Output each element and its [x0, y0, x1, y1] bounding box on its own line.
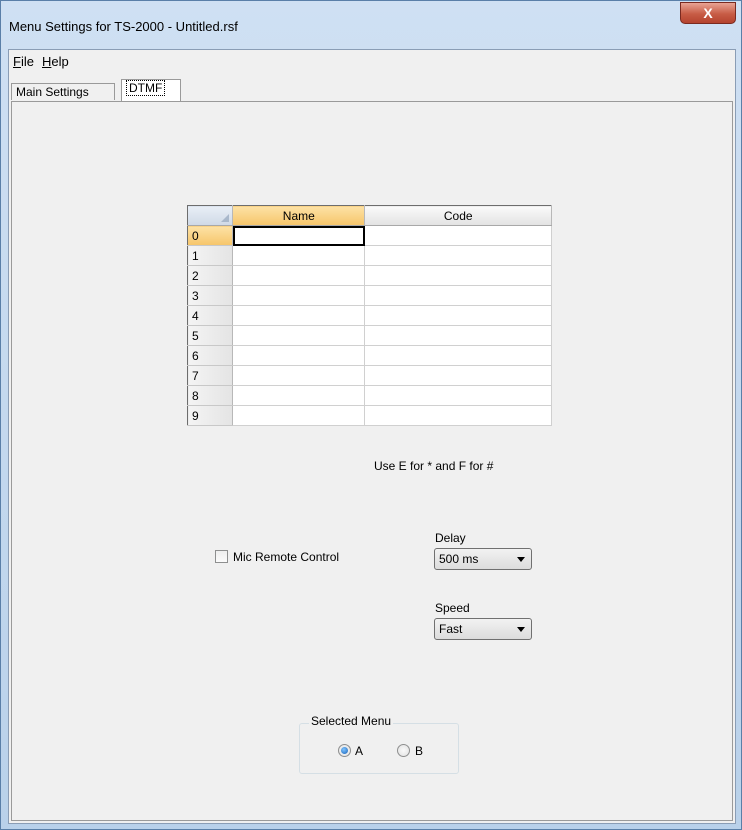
table-row: 8 — [187, 385, 552, 406]
name-cell[interactable] — [232, 225, 366, 246]
table-row: 0 — [187, 225, 552, 246]
table-row: 5 — [187, 325, 552, 346]
column-header-name[interactable]: Name — [232, 205, 366, 226]
menu-bar: File Help — [9, 50, 735, 72]
column-header-code[interactable]: Code — [364, 205, 552, 226]
code-cell[interactable] — [364, 305, 552, 326]
table-row: 1 — [187, 245, 552, 266]
speed-label: Speed — [435, 601, 470, 615]
chevron-down-icon — [517, 557, 525, 562]
code-cell[interactable] — [364, 405, 552, 426]
selected-menu-title: Selected Menu — [309, 714, 394, 728]
menu-help[interactable]: Help — [42, 54, 69, 69]
row-header[interactable]: 2 — [187, 265, 234, 286]
row-header[interactable]: 0 — [187, 225, 234, 246]
code-cell[interactable] — [364, 245, 552, 266]
mic-remote-control-checkbox[interactable] — [215, 550, 228, 563]
table-row: 9 — [187, 405, 552, 426]
row-header[interactable]: 9 — [187, 405, 234, 426]
radio-menu-b[interactable] — [397, 744, 410, 757]
grid-select-all[interactable] — [187, 205, 234, 226]
menu-file[interactable]: File — [13, 54, 34, 69]
tab-dtmf[interactable]: DTMF — [121, 79, 181, 101]
delay-value: 500 ms — [439, 552, 479, 566]
window-title: Menu Settings for TS-2000 - Untitled.rsf — [9, 19, 238, 34]
row-header[interactable]: 4 — [187, 305, 234, 326]
code-cell[interactable] — [364, 225, 552, 246]
speed-value: Fast — [439, 622, 463, 636]
row-header[interactable]: 8 — [187, 385, 234, 406]
row-header[interactable]: 6 — [187, 345, 234, 366]
row-header[interactable]: 7 — [187, 365, 234, 386]
table-row: 6 — [187, 345, 552, 366]
radio-menu-a-label[interactable]: A — [355, 744, 363, 758]
code-cell[interactable] — [364, 385, 552, 406]
title-bar[interactable]: Menu Settings for TS-2000 - Untitled.rsf… — [1, 1, 741, 49]
table-row: 4 — [187, 305, 552, 326]
name-cell[interactable] — [232, 325, 366, 346]
dtmf-hint: Use E for * and F for # — [374, 459, 494, 473]
grid-header-row: Name Code — [187, 205, 552, 226]
table-row: 2 — [187, 265, 552, 286]
table-row: 7 — [187, 365, 552, 386]
tab-main-settings[interactable]: Main Settings — [11, 83, 115, 100]
row-header[interactable]: 1 — [187, 245, 234, 266]
name-cell[interactable] — [232, 285, 366, 306]
name-cell[interactable] — [232, 345, 366, 366]
code-cell[interactable] — [364, 325, 552, 346]
close-icon: X — [703, 5, 713, 21]
radio-menu-b-label[interactable]: B — [415, 744, 423, 758]
row-header[interactable]: 5 — [187, 325, 234, 346]
selected-menu-group — [299, 723, 459, 774]
code-cell[interactable] — [364, 265, 552, 286]
name-cell[interactable] — [232, 365, 366, 386]
name-cell[interactable] — [232, 405, 366, 426]
table-row: 3 — [187, 285, 552, 306]
name-cell[interactable] — [232, 385, 366, 406]
code-cell[interactable] — [364, 365, 552, 386]
app-window: Menu Settings for TS-2000 - Untitled.rsf… — [0, 0, 742, 830]
code-cell[interactable] — [364, 345, 552, 366]
dtmf-panel: Name Code 0 1 2 3 4 5 6 7 8 9 Use E for … — [11, 101, 733, 821]
name-cell[interactable] — [232, 265, 366, 286]
delay-select[interactable]: 500 ms — [434, 548, 532, 570]
mic-remote-control-label[interactable]: Mic Remote Control — [233, 550, 339, 564]
name-cell[interactable] — [232, 305, 366, 326]
speed-select[interactable]: Fast — [434, 618, 532, 640]
client-area: File Help Main Settings DTMF Name Code 0… — [8, 49, 736, 824]
close-button[interactable]: X — [680, 2, 736, 24]
name-cell[interactable] — [232, 245, 366, 266]
radio-menu-a[interactable] — [338, 744, 351, 757]
select-all-icon — [221, 214, 230, 222]
chevron-down-icon — [517, 627, 525, 632]
row-header[interactable]: 3 — [187, 285, 234, 306]
dtmf-grid: Name Code 0 1 2 3 4 5 6 7 8 9 — [187, 205, 552, 426]
delay-label: Delay — [435, 531, 466, 545]
code-cell[interactable] — [364, 285, 552, 306]
